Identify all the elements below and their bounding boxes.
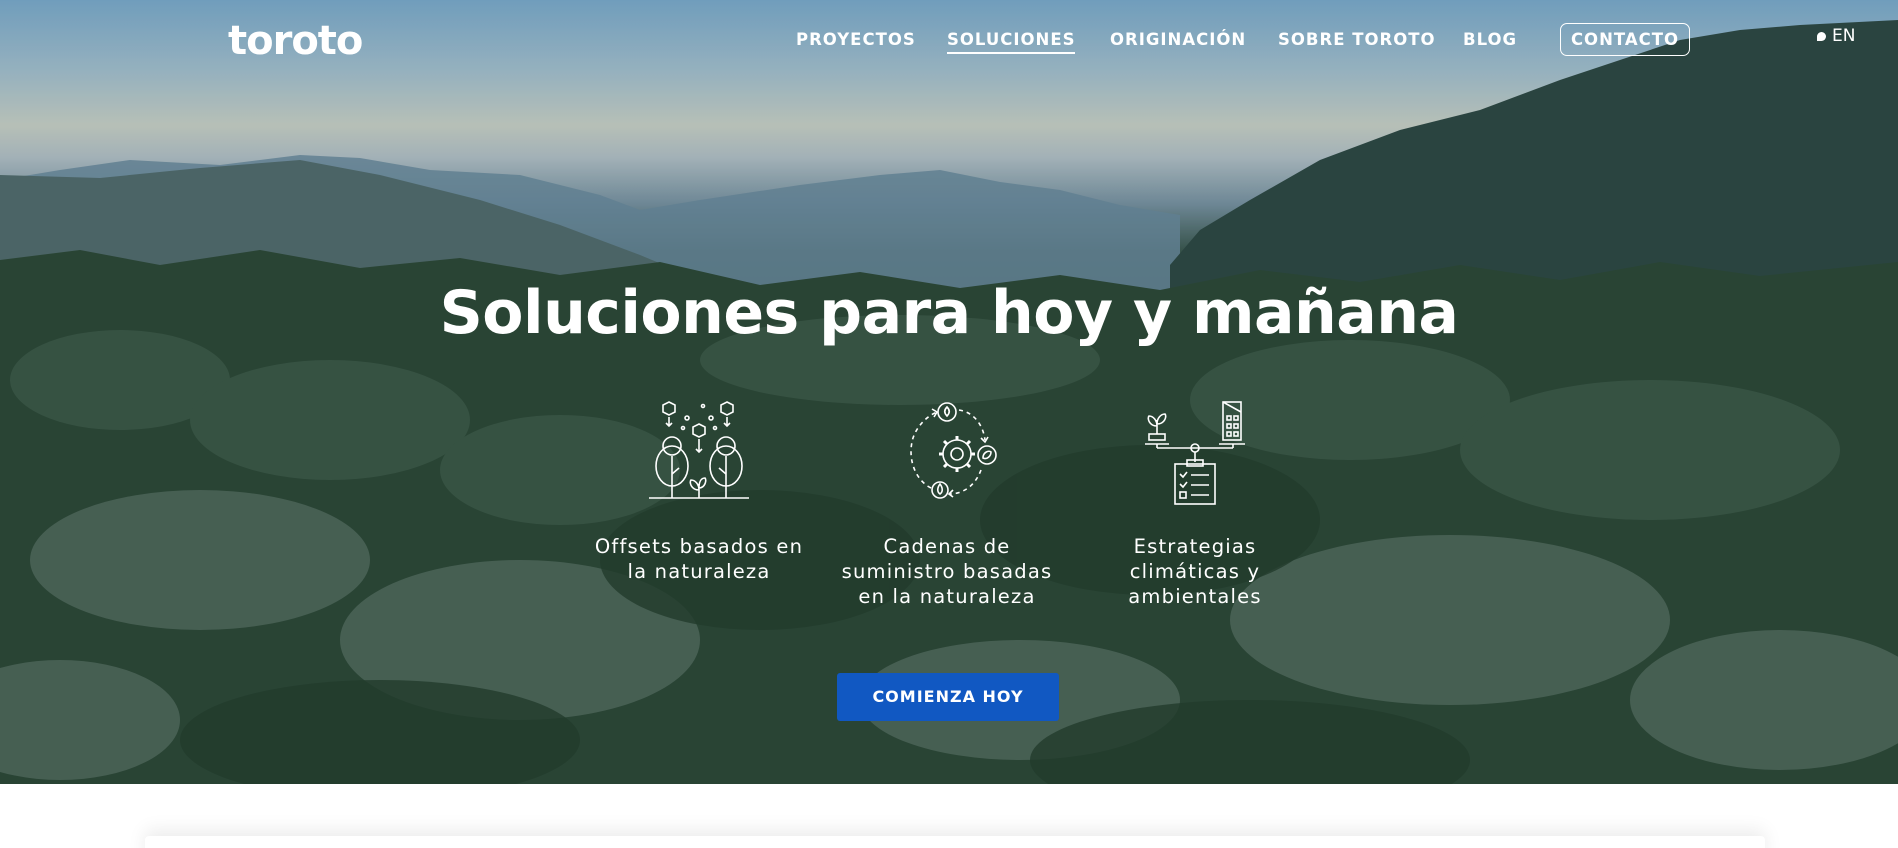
next-section <box>0 784 1898 848</box>
language-switcher[interactable]: EN <box>1817 26 1855 46</box>
nav-item-soluciones[interactable]: SOLUCIONES <box>947 30 1076 54</box>
solution-label: Estrategias climáticas y ambientales <box>1128 535 1262 608</box>
hero-section <box>0 0 1898 784</box>
content-card-top <box>145 836 1765 848</box>
solution-label: Offsets basados en la naturaleza <box>594 535 804 583</box>
hero-overlay <box>0 0 1898 784</box>
forest-co2-icon <box>649 401 749 499</box>
solution-offsets[interactable]: Offsets basados en la naturaleza <box>584 398 814 584</box>
solution-label: Cadenas de suministro basadas en la natu… <box>841 535 1053 608</box>
strategy-balance-icon <box>1145 401 1245 505</box>
speech-bubble-icon <box>1817 31 1826 41</box>
solution-supply-chains[interactable]: Cadenas de suministro basadas en la natu… <box>832 398 1062 609</box>
nav-item-sobre-toroto[interactable]: SOBRE TOROTO <box>1278 30 1436 49</box>
language-label: EN <box>1832 26 1856 46</box>
start-today-button[interactable]: COMIENZA HOY <box>837 673 1059 721</box>
nav-item-originacion[interactable]: ORIGINACIÓN <box>1110 30 1246 49</box>
solution-strategies[interactable]: Estrategias climáticas y ambientales <box>1080 398 1310 609</box>
contact-button[interactable]: CONTACTO <box>1560 23 1690 56</box>
nav-item-blog[interactable]: BLOG <box>1463 30 1517 49</box>
nav-item-proyectos[interactable]: PROYECTOS <box>796 30 916 49</box>
supply-chain-cycle-icon <box>910 402 997 499</box>
page-title: Soluciones para hoy y mañana <box>439 278 1459 348</box>
